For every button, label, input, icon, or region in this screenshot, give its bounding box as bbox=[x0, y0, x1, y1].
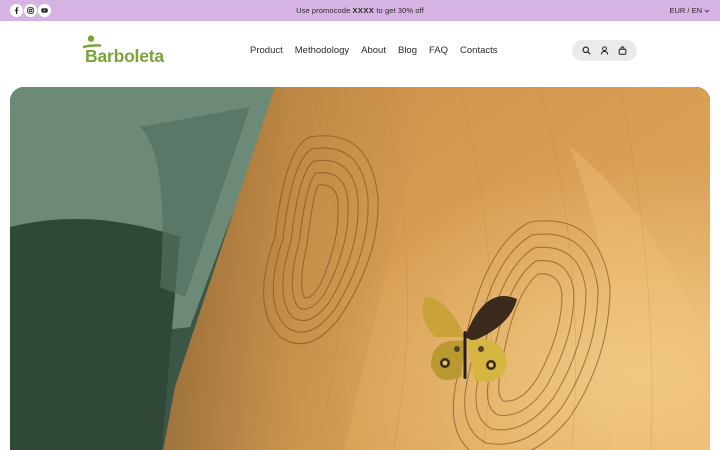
brand-logo[interactable]: Barboleta bbox=[82, 35, 166, 66]
nav-item-product[interactable]: Product bbox=[250, 44, 283, 57]
cart-icon bbox=[618, 46, 627, 55]
locale-label: EUR / EN bbox=[669, 6, 702, 15]
account-icon bbox=[600, 46, 609, 55]
nav-item-contacts[interactable]: Contacts bbox=[460, 44, 498, 57]
promo-text-before: Use promocode bbox=[296, 6, 351, 15]
account-button[interactable] bbox=[600, 46, 609, 55]
main-navigation: Product Methodology About Blog FAQ Conta… bbox=[250, 44, 498, 57]
search-icon bbox=[582, 46, 591, 55]
search-button[interactable] bbox=[582, 46, 591, 55]
hero-banner bbox=[10, 87, 710, 450]
chevron-down-icon bbox=[704, 8, 710, 14]
promo-message: Use promocode XXXX to get 30% off bbox=[0, 0, 720, 21]
nav-item-methodology[interactable]: Methodology bbox=[295, 44, 349, 57]
currency-language-selector[interactable]: EUR / EN bbox=[669, 0, 710, 21]
promo-bar: Use promocode XXXX to get 30% off EUR / … bbox=[0, 0, 720, 21]
nav-item-faq[interactable]: FAQ bbox=[429, 44, 448, 57]
nav-item-about[interactable]: About bbox=[361, 44, 386, 57]
header-actions bbox=[572, 40, 637, 61]
cart-button[interactable] bbox=[618, 46, 627, 55]
logo-wordmark: Barboleta bbox=[85, 46, 164, 66]
hero-image bbox=[10, 87, 710, 450]
promo-text-after: to get 30% off bbox=[376, 6, 424, 15]
nav-item-blog[interactable]: Blog bbox=[398, 44, 417, 57]
promo-code: XXXX bbox=[352, 6, 375, 15]
